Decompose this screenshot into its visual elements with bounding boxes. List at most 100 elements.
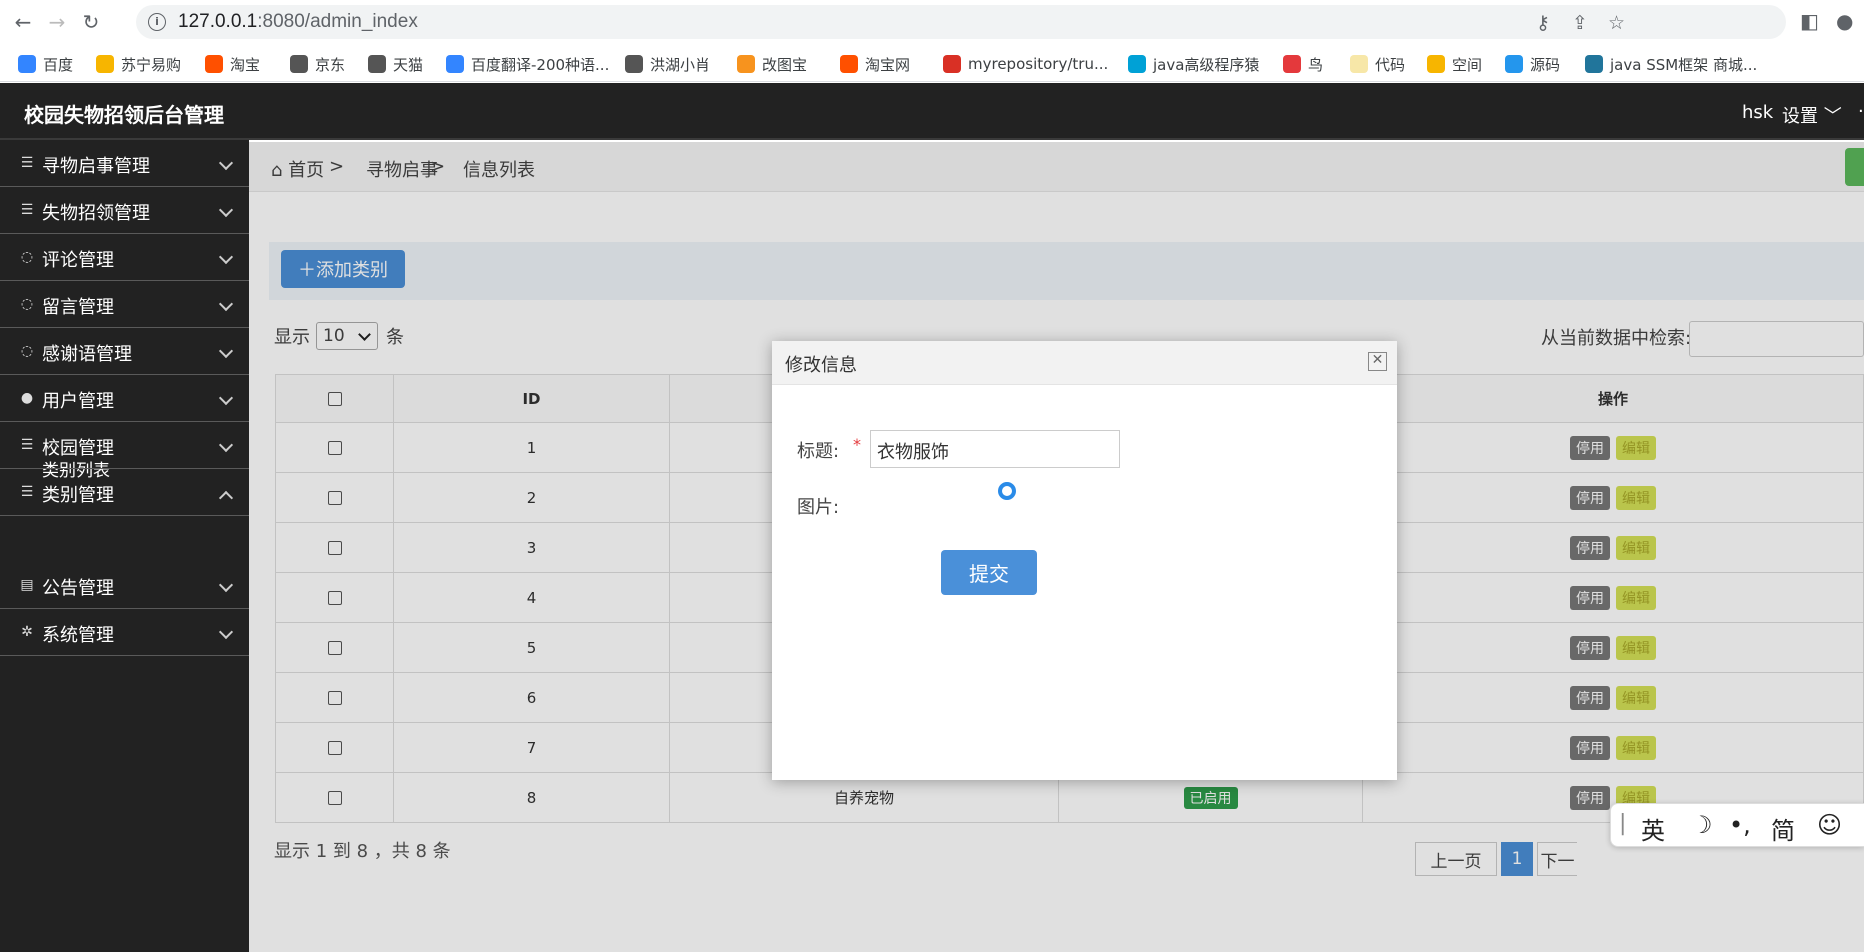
lyre-icon [625,55,643,73]
bookmark-item[interactable]: 代码 [1350,53,1405,75]
share-icon[interactable]: ⇪ [1572,12,1588,34]
moon-icon[interactable]: ☽ [1691,811,1713,839]
sidebar-item-label: 公告管理 [42,578,114,599]
sidebar-item[interactable]: ✲ 系统管理 [0,609,249,656]
bookmark-item[interactable]: myrepository/tru... [943,53,1108,75]
sidebar-item[interactable]: ☰ 校园管理 [0,422,249,469]
chevron-down-icon: ﹀ [1818,106,1842,127]
bookmark-item[interactable]: java高级程序猿 [1128,53,1259,75]
chevron-down-icon [218,343,234,359]
title-label: 标题: [797,441,840,462]
app-header: 校园失物招领后台管理 hsk 设置 ﹀ · [0,83,1864,140]
sidebar-item[interactable]: ◌ 感谢语管理 [0,328,249,375]
chevron-down-icon [218,296,234,312]
header-edge-icon: · [1858,101,1864,122]
loading-spinner-icon [998,482,1016,500]
bookmark-item[interactable]: 天猫 [368,53,423,75]
bookmarks-bar: 百度 苏宁易购 淘宝 京东 天猫 百度翻译-200种语... 洪湖小肖 改图宝 淘宝网 myrep… [0,44,1864,82]
sidebar-item-label: 感谢语管理 [42,344,132,365]
side-panel-icon[interactable]: ◧ [1800,9,1819,33]
bookmark-item[interactable]: 苏宁易购 [96,53,181,75]
submit-button[interactable]: 提交 [941,550,1037,595]
ime-lang-toggle[interactable]: 英 [1641,811,1665,846]
ime-toolbar: | 英 ☽ •, 简 ☺ [1610,803,1864,847]
chevron-down-icon [218,202,234,218]
sidebar-item[interactable]: ◌ 留言管理 [0,281,249,328]
chevron-up-icon [218,490,234,506]
docker-icon [1505,55,1523,73]
chevron-down-icon [218,390,234,406]
reload-icon[interactable]: ↻ [78,9,104,35]
chrome-icon [943,55,961,73]
bookmark-item[interactable]: 空间 [1427,53,1482,75]
punctuation-icon[interactable]: •, [1729,811,1751,839]
bookmark-item[interactable]: 京东 [290,53,345,75]
ime-drag-handle[interactable]: | [1619,811,1626,836]
suning-icon [96,55,114,73]
settings-menu[interactable]: 设置 ﹀ [1782,102,1842,128]
gaitubao-icon [737,55,755,73]
chevron-down-icon [218,437,234,453]
taobao-icon [205,55,223,73]
bookmark-item[interactable]: 淘宝 [205,53,260,75]
sidebar-item-label: 类别管理 [42,485,114,506]
emoji-icon[interactable]: ☺ [1817,811,1842,839]
qzone-icon [1427,55,1445,73]
taobao-icon [840,55,858,73]
bookmark-item[interactable]: 源码 [1505,53,1560,75]
wordpress-icon [1585,55,1603,73]
modal-title: 修改信息 [785,355,857,376]
sidebar: 类别列表 ☰ 寻物启事管理 ☰ 失物招领管理 ◌ 评论管理 ◌ 留言管理 ◌ 感谢语管理 ● 用户管理… [0,140,249,952]
site-info-icon[interactable]: i [148,13,166,31]
profile-icon[interactable]: ● [1836,9,1853,33]
comment-icon: ◌ [20,343,34,359]
baidu-paw-icon [18,55,36,73]
sidebar-item-label: 失物招领管理 [42,203,150,224]
bird-icon [1283,55,1301,73]
edit-modal: 修改信息 ✕ 标题: * 衣物服饰 图片: 提交 [772,341,1397,780]
sidebar-item-label: 评论管理 [42,250,114,271]
bookmark-item[interactable]: 淘宝网 [840,53,910,75]
image-label: 图片: [797,497,840,518]
url-text: 127.0.0.1:8080/admin_index [178,11,418,32]
sidebar-item-label: 校园管理 [42,438,114,459]
translate-icon [446,55,464,73]
back-icon[interactable]: ← [10,9,36,35]
list-icon: ☰ [20,484,34,500]
sidebar-item[interactable]: ☰ 失物招领管理 [0,187,249,234]
bookmark-item[interactable]: 百度 [18,53,73,75]
address-bar[interactable]: i 127.0.0.1:8080/admin_index ⚷ ⇪ ☆ [136,5,1786,39]
sidebar-item[interactable]: ● 用户管理 [0,375,249,422]
comment-icon: ◌ [20,296,34,312]
list-icon: ☰ [20,155,34,171]
chevron-down-icon [218,249,234,265]
chevron-down-icon [218,624,234,640]
sidebar-item-label: 留言管理 [42,297,114,318]
bookmark-item[interactable]: 改图宝 [737,53,807,75]
user-icon: ● [20,390,34,406]
bookmark-item[interactable]: java SSM框架 商城... [1585,53,1757,75]
sidebar-item[interactable]: ▤ 公告管理 [0,562,249,609]
app-title: 校园失物招领后台管理 [24,103,224,127]
list-icon: ☰ [20,437,34,453]
chevron-down-icon [218,577,234,593]
sidebar-item[interactable]: ☰ 类别管理 [0,469,249,516]
key-icon[interactable]: ⚷ [1536,12,1550,34]
user-name[interactable]: hsk [1742,102,1773,123]
close-icon[interactable]: ✕ [1368,352,1387,371]
star-icon[interactable]: ☆ [1608,12,1625,34]
forward-icon[interactable]: → [44,9,70,35]
bookmark-item[interactable]: 鸟 [1283,53,1323,75]
bookmark-item[interactable]: 洪湖小肖 [625,53,710,75]
chevron-down-icon [218,155,234,171]
globe-icon [368,55,386,73]
comment-icon: ◌ [20,249,34,265]
sidebar-item[interactable]: ☰ 寻物启事管理 [0,140,249,187]
bilibili-icon [1128,55,1146,73]
bookmark-item[interactable]: 百度翻译-200种语... [446,53,609,75]
list-icon: ☰ [20,202,34,218]
ime-simplified-toggle[interactable]: 简 [1771,811,1795,846]
gear-icon: ✲ [21,624,33,640]
sidebar-item[interactable]: ◌ 评论管理 [0,234,249,281]
title-input[interactable]: 衣物服饰 [870,430,1120,468]
